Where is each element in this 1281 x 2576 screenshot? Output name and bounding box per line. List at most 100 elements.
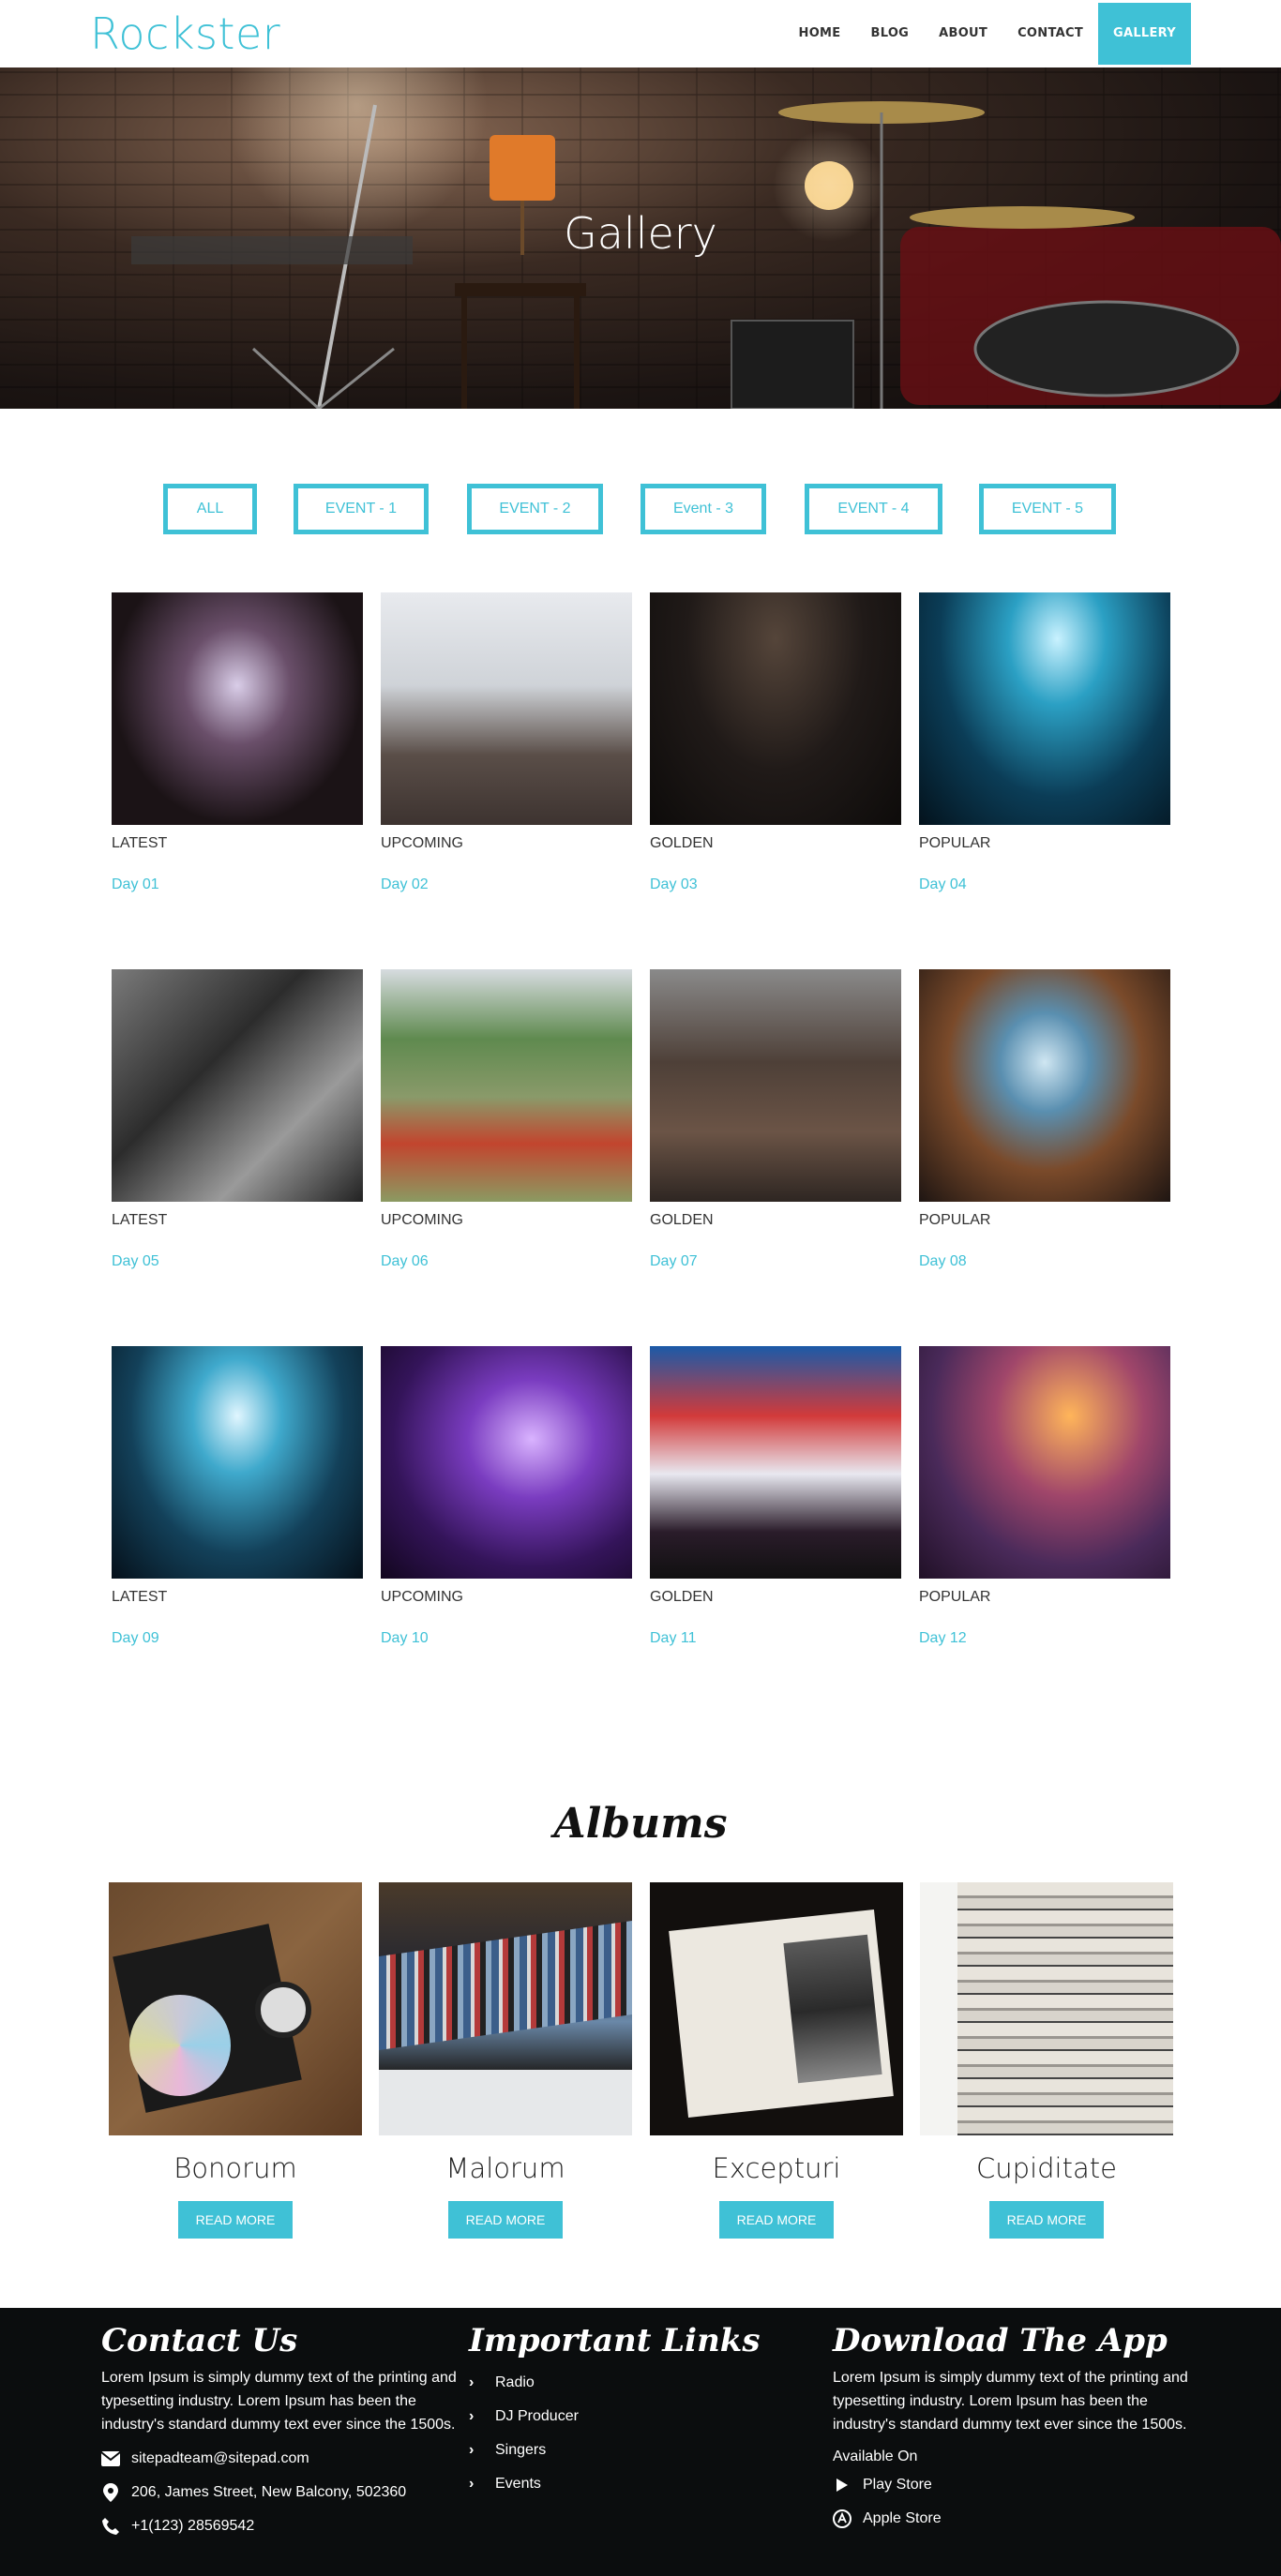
site-logo[interactable]: Rockster [90,11,280,56]
album-name: Malorum [445,2152,565,2184]
gallery-day-link[interactable]: Day 10 [381,1629,632,1648]
footer-contact: Contact Us Lorem Ipsum is simply dummy t… [101,2321,458,2538]
nav-blog[interactable]: BLOG [855,3,924,65]
gallery-day-link[interactable]: Day 12 [919,1629,1170,1648]
gallery-day-link[interactable]: Day 07 [650,1252,901,1271]
album-name: Excepturi [712,2152,841,2184]
envelope-icon [101,2449,120,2468]
gallery-day-link[interactable]: Day 11 [650,1629,901,1648]
gallery-photo[interactable] [650,969,901,1202]
gallery-item[interactable]: LATEST Day 01 [112,592,363,894]
footer-link-label[interactable]: Singers [495,2442,546,2459]
gallery-photo[interactable] [919,592,1170,825]
nav-home[interactable]: HOME [784,3,856,65]
gallery-photo[interactable] [381,969,632,1202]
footer-available-on: Available On [833,2449,918,2464]
read-more-button[interactable]: READ MORE [989,2201,1104,2239]
footer-link-dj-producer[interactable]: › DJ Producer [469,2400,760,2434]
gallery-photo[interactable] [650,1346,901,1579]
album-cover[interactable] [650,1882,903,2135]
gallery-day-link[interactable]: Day 08 [919,1252,1170,1271]
play-store-label[interactable]: Play Store [863,2477,932,2494]
albums-heading: Albums [553,1800,728,1848]
site-header: Rockster HOME BLOG ABOUT CONTACT GALLERY [0,0,1281,67]
page-title: Gallery [564,208,717,259]
gallery-photo[interactable] [919,969,1170,1202]
footer-link-events[interactable]: › Events [469,2467,760,2501]
gallery-item[interactable]: GOLDEN Day 03 [650,592,901,894]
gallery-category: LATEST [112,1212,168,1228]
gallery-item[interactable]: POPULAR Day 12 [919,1346,1170,1648]
gallery-item[interactable]: LATEST Day 09 [112,1346,363,1648]
gallery-day-link[interactable]: Day 02 [381,876,632,894]
apple-store-label[interactable]: Apple Store [863,2510,942,2527]
gallery-category: UPCOMING [381,835,463,851]
nav-contact[interactable]: CONTACT [1002,3,1098,65]
footer-phone-text[interactable]: +1(123) 28569542 [131,2518,254,2535]
gallery-item[interactable]: UPCOMING Day 06 [381,969,632,1271]
filter-event-5-button[interactable]: EVENT - 5 [979,484,1116,534]
footer-email: sitepadteam@sitepad.com [101,2448,458,2470]
map-pin-icon [101,2483,120,2502]
gallery-photo[interactable] [650,592,901,825]
album-cover[interactable] [379,1882,632,2135]
gallery-item[interactable]: POPULAR Day 08 [919,969,1170,1271]
gallery-photo[interactable] [381,1346,632,1579]
gallery-item[interactable]: POPULAR Day 04 [919,592,1170,894]
gallery-category: GOLDEN [650,1589,714,1605]
album-name: Bonorum [173,2152,297,2184]
footer-apple-store[interactable]: Apple Store [833,2508,1189,2530]
footer-link-singers[interactable]: › Singers [469,2434,760,2467]
gallery-photo[interactable] [919,1346,1170,1579]
main-nav: HOME BLOG ABOUT CONTACT GALLERY [784,3,1191,65]
footer-email-text[interactable]: sitepadteam@sitepad.com [131,2450,309,2467]
gallery-photo[interactable] [112,592,363,825]
gallery-category: POPULAR [919,1212,991,1228]
gallery-category: UPCOMING [381,1589,463,1605]
gallery-day-link[interactable]: Day 05 [112,1252,363,1271]
gallery-photo[interactable] [381,592,632,825]
read-more-button[interactable]: READ MORE [719,2201,834,2239]
gallery-day-link[interactable]: Day 04 [919,876,1170,894]
phone-icon [101,2517,120,2536]
gallery-category: GOLDEN [650,835,714,851]
nav-gallery[interactable]: GALLERY [1098,3,1191,65]
read-more-button[interactable]: READ MORE [178,2201,293,2239]
gallery-item[interactable]: UPCOMING Day 10 [381,1346,632,1648]
footer-play-store[interactable]: Play Store [833,2474,1189,2496]
chevron-right-icon: › [469,2476,475,2492]
chevron-right-icon: › [469,2374,475,2390]
footer-app-title: Download The App [833,2322,1168,2359]
site-footer: Contact Us Lorem Ipsum is simply dummy t… [0,2308,1281,2576]
chevron-right-icon: › [469,2442,475,2458]
gallery-item[interactable]: LATEST Day 05 [112,969,363,1271]
gallery-day-link[interactable]: Day 01 [112,876,363,894]
filter-event-3-button[interactable]: Event - 3 [640,484,766,534]
gallery-item[interactable]: GOLDEN Day 07 [650,969,901,1271]
gallery-day-link[interactable]: Day 06 [381,1252,632,1271]
filter-event-1-button[interactable]: EVENT - 1 [294,484,429,534]
album-cover[interactable] [920,1882,1173,2135]
gallery-day-link[interactable]: Day 03 [650,876,901,894]
gallery-photo[interactable] [112,1346,363,1579]
footer-links: Important Links › Radio › DJ Producer › Sin… [469,2321,760,2501]
filter-event-2-button[interactable]: EVENT - 2 [467,484,603,534]
gallery-day-link[interactable]: Day 09 [112,1629,363,1648]
filter-event-4-button[interactable]: EVENT - 4 [805,484,942,534]
footer-link-radio[interactable]: › Radio [469,2366,760,2400]
footer-link-label[interactable]: Events [495,2476,541,2493]
footer-link-label[interactable]: Radio [495,2374,535,2391]
gallery-category: POPULAR [919,835,991,851]
app-store-icon [833,2509,851,2528]
nav-about[interactable]: ABOUT [924,3,1002,65]
album-card: Malorum READ MORE [379,1882,632,2239]
read-more-button[interactable]: READ MORE [448,2201,563,2239]
footer-links-title: Important Links [469,2322,761,2359]
gallery-item[interactable]: UPCOMING Day 02 [381,592,632,894]
album-cover[interactable] [109,1882,362,2135]
filter-all-button[interactable]: ALL [163,484,257,534]
gallery-item[interactable]: GOLDEN Day 11 [650,1346,901,1648]
footer-link-label[interactable]: DJ Producer [495,2408,579,2425]
footer-links-list: › Radio › DJ Producer › Singers › Events [469,2366,760,2501]
gallery-photo[interactable] [112,969,363,1202]
